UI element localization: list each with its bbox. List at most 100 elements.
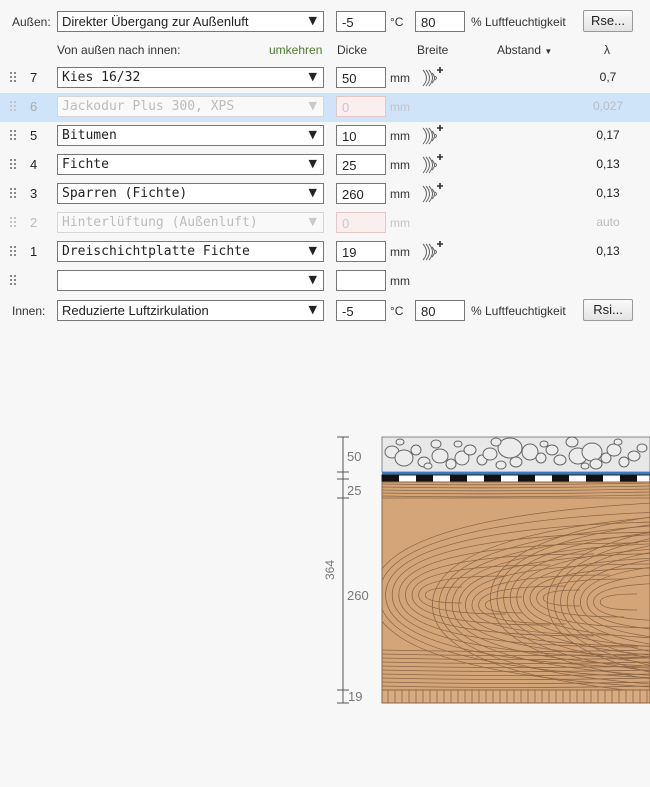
- layer-material-select[interactable]: Hinterlüftung (Außenluft) ▼: [57, 212, 324, 233]
- outside-condition-value: Direkter Übergang zur Außenluft: [62, 14, 249, 29]
- layer-thickness-unit: mm: [390, 216, 410, 230]
- layer-material-select[interactable]: Kies 16/32 ▼: [57, 67, 324, 88]
- layer-material-select[interactable]: Jackodur Plus 300, XPS ▼: [57, 96, 324, 117]
- drag-handle-icon[interactable]: [10, 101, 18, 113]
- drag-handle-icon[interactable]: [10, 72, 18, 84]
- outside-humidity-input[interactable]: 80: [415, 11, 465, 32]
- gravel-stone: [581, 442, 603, 462]
- inside-temperature-input[interactable]: -5: [336, 300, 386, 321]
- layer-material-select[interactable]: Sparren (Fichte) ▼: [57, 183, 324, 204]
- layer-number: 2: [30, 215, 38, 230]
- drag-handle-icon[interactable]: [10, 159, 18, 171]
- outside-condition-select[interactable]: Direkter Übergang zur Außenluft ▼: [57, 11, 324, 32]
- triangle-down-icon: ▼: [308, 244, 317, 257]
- layer-material-select[interactable]: Dreischichtplatte Fichte ▼: [57, 241, 324, 262]
- layer-lambda: 0,13: [596, 244, 620, 258]
- spacing-header-label: Abstand: [497, 43, 542, 57]
- bitumen-dash: [450, 475, 467, 482]
- layer-row[interactable]: 5 Bitumen ▼ 10 mm 0,17: [0, 122, 650, 151]
- triangle-down-icon: ▼: [308, 14, 317, 27]
- layer-row[interactable]: 3 Sparren (Fichte) ▼ 260 mm 0,13: [0, 180, 650, 209]
- inside-condition-select[interactable]: Reduzierte Luftzirkulation ▼: [57, 300, 324, 321]
- gravel-stone: [545, 444, 559, 456]
- rsi-button[interactable]: Rsi...: [583, 299, 633, 321]
- layer-row[interactable]: ▼ mm: [0, 267, 650, 296]
- width-header[interactable]: Breite: [417, 43, 448, 57]
- wood-grain-add-icon[interactable]: [421, 154, 443, 176]
- outside-temp-unit: °C: [390, 15, 404, 29]
- gravel-stone: [589, 458, 603, 470]
- wood-grain-add-icon[interactable]: [421, 67, 443, 89]
- layer-lambda: 0,13: [596, 186, 620, 200]
- reverse-link[interactable]: umkehren: [269, 43, 322, 57]
- layer-number: 7: [30, 70, 38, 85]
- spacing-header[interactable]: Abstand ▼: [497, 43, 552, 57]
- gravel-stone: [394, 449, 414, 467]
- gravel-stone: [613, 438, 623, 446]
- wood-grain-add-icon[interactable]: [421, 183, 443, 205]
- triangle-down-icon: ▼: [308, 99, 317, 112]
- layer-thickness-unit: mm: [390, 245, 410, 259]
- outside-row: Außen: Direkter Übergang zur Außenluft ▼…: [0, 8, 650, 37]
- gravel-stone: [636, 443, 648, 453]
- gravel-stone: [509, 456, 523, 468]
- layer-thickness-input[interactable]: [336, 270, 386, 291]
- layer-thickness-input[interactable]: 10: [336, 125, 386, 146]
- bitumen-dash: [416, 475, 433, 482]
- drag-handle-icon[interactable]: [10, 188, 18, 200]
- layer-thickness-input[interactable]: 25: [336, 154, 386, 175]
- layer-material-value: Jackodur Plus 300, XPS: [62, 99, 235, 114]
- triangle-down-icon: ▼: [308, 273, 317, 286]
- outside-temperature-input[interactable]: -5: [336, 11, 386, 32]
- inside-label: Innen:: [12, 304, 46, 318]
- bitumen-dash: [382, 475, 399, 482]
- gravel-stone: [553, 454, 567, 466]
- gravel-stone: [463, 444, 477, 456]
- dimension-line: [337, 436, 349, 704]
- gravel-stone: [539, 440, 549, 448]
- triangle-down-icon: ▼: [308, 157, 317, 170]
- layer-material-select[interactable]: ▼: [57, 270, 324, 291]
- layer-thickness-input[interactable]: 50: [336, 67, 386, 88]
- wood-grain-add-icon[interactable]: [421, 125, 443, 147]
- layer-material-select[interactable]: Fichte ▼: [57, 154, 324, 175]
- inside-row: Innen: Reduzierte Luftzirkulation ▼ -5 °…: [0, 297, 650, 326]
- layer-row[interactable]: 4 Fichte ▼ 25 mm 0,13: [0, 151, 650, 180]
- layer-row[interactable]: 2 Hinterlüftung (Außenluft) ▼ 0 mm auto: [0, 209, 650, 238]
- layer-row[interactable]: 7 Kies 16/32 ▼ 50 mm 0,7: [0, 64, 650, 93]
- drag-handle-icon[interactable]: [10, 246, 18, 258]
- layer-material-value: Kies 16/32: [62, 70, 141, 85]
- layer-number: 3: [30, 186, 38, 201]
- layer-row[interactable]: 6 Jackodur Plus 300, XPS ▼ 0 mm 0,027: [0, 93, 650, 122]
- drag-handle-icon[interactable]: [10, 275, 18, 287]
- inside-humidity-unit: % Luftfeuchtigkeit: [471, 304, 566, 318]
- wood-grain-add-icon[interactable]: [421, 241, 443, 263]
- inside-condition-value: Reduzierte Luftzirkulation: [62, 303, 209, 318]
- layer-material-value: Bitumen: [62, 128, 117, 143]
- gravel-stone: [445, 458, 457, 470]
- layer-thickness-input[interactable]: 19: [336, 241, 386, 262]
- bitumen-dash: [586, 475, 603, 482]
- outside-humidity-unit: % Luftfeuchtigkeit: [471, 15, 566, 29]
- layer-material-value: Fichte: [62, 157, 109, 172]
- layer-thickness-unit: mm: [390, 100, 410, 114]
- layer-thickness-unit: mm: [390, 71, 410, 85]
- gravel-stone: [565, 436, 579, 448]
- bitumen-dash: [518, 475, 535, 482]
- layer-thickness-unit: mm: [390, 158, 410, 172]
- inside-humidity-input[interactable]: 80: [415, 300, 465, 321]
- thickness-header: Dicke: [337, 43, 368, 57]
- layer-thickness-input[interactable]: 0: [336, 212, 386, 233]
- drag-handle-icon[interactable]: [10, 217, 18, 229]
- dimension-rafter-label: 260: [347, 588, 369, 603]
- triangle-down-icon: ▼: [308, 70, 317, 83]
- layer-number: 4: [30, 157, 38, 172]
- layer-material-select[interactable]: Bitumen ▼: [57, 125, 324, 146]
- layer-material-value: Hinterlüftung (Außenluft): [62, 215, 258, 230]
- gravel-stone: [453, 440, 463, 448]
- drag-handle-icon[interactable]: [10, 130, 18, 142]
- rse-button[interactable]: Rse...: [583, 10, 633, 32]
- layer-row[interactable]: 1 Dreischichtplatte Fichte ▼ 19 mm 0,13: [0, 238, 650, 267]
- layer-thickness-input[interactable]: 0: [336, 96, 386, 117]
- layer-thickness-input[interactable]: 260: [336, 183, 386, 204]
